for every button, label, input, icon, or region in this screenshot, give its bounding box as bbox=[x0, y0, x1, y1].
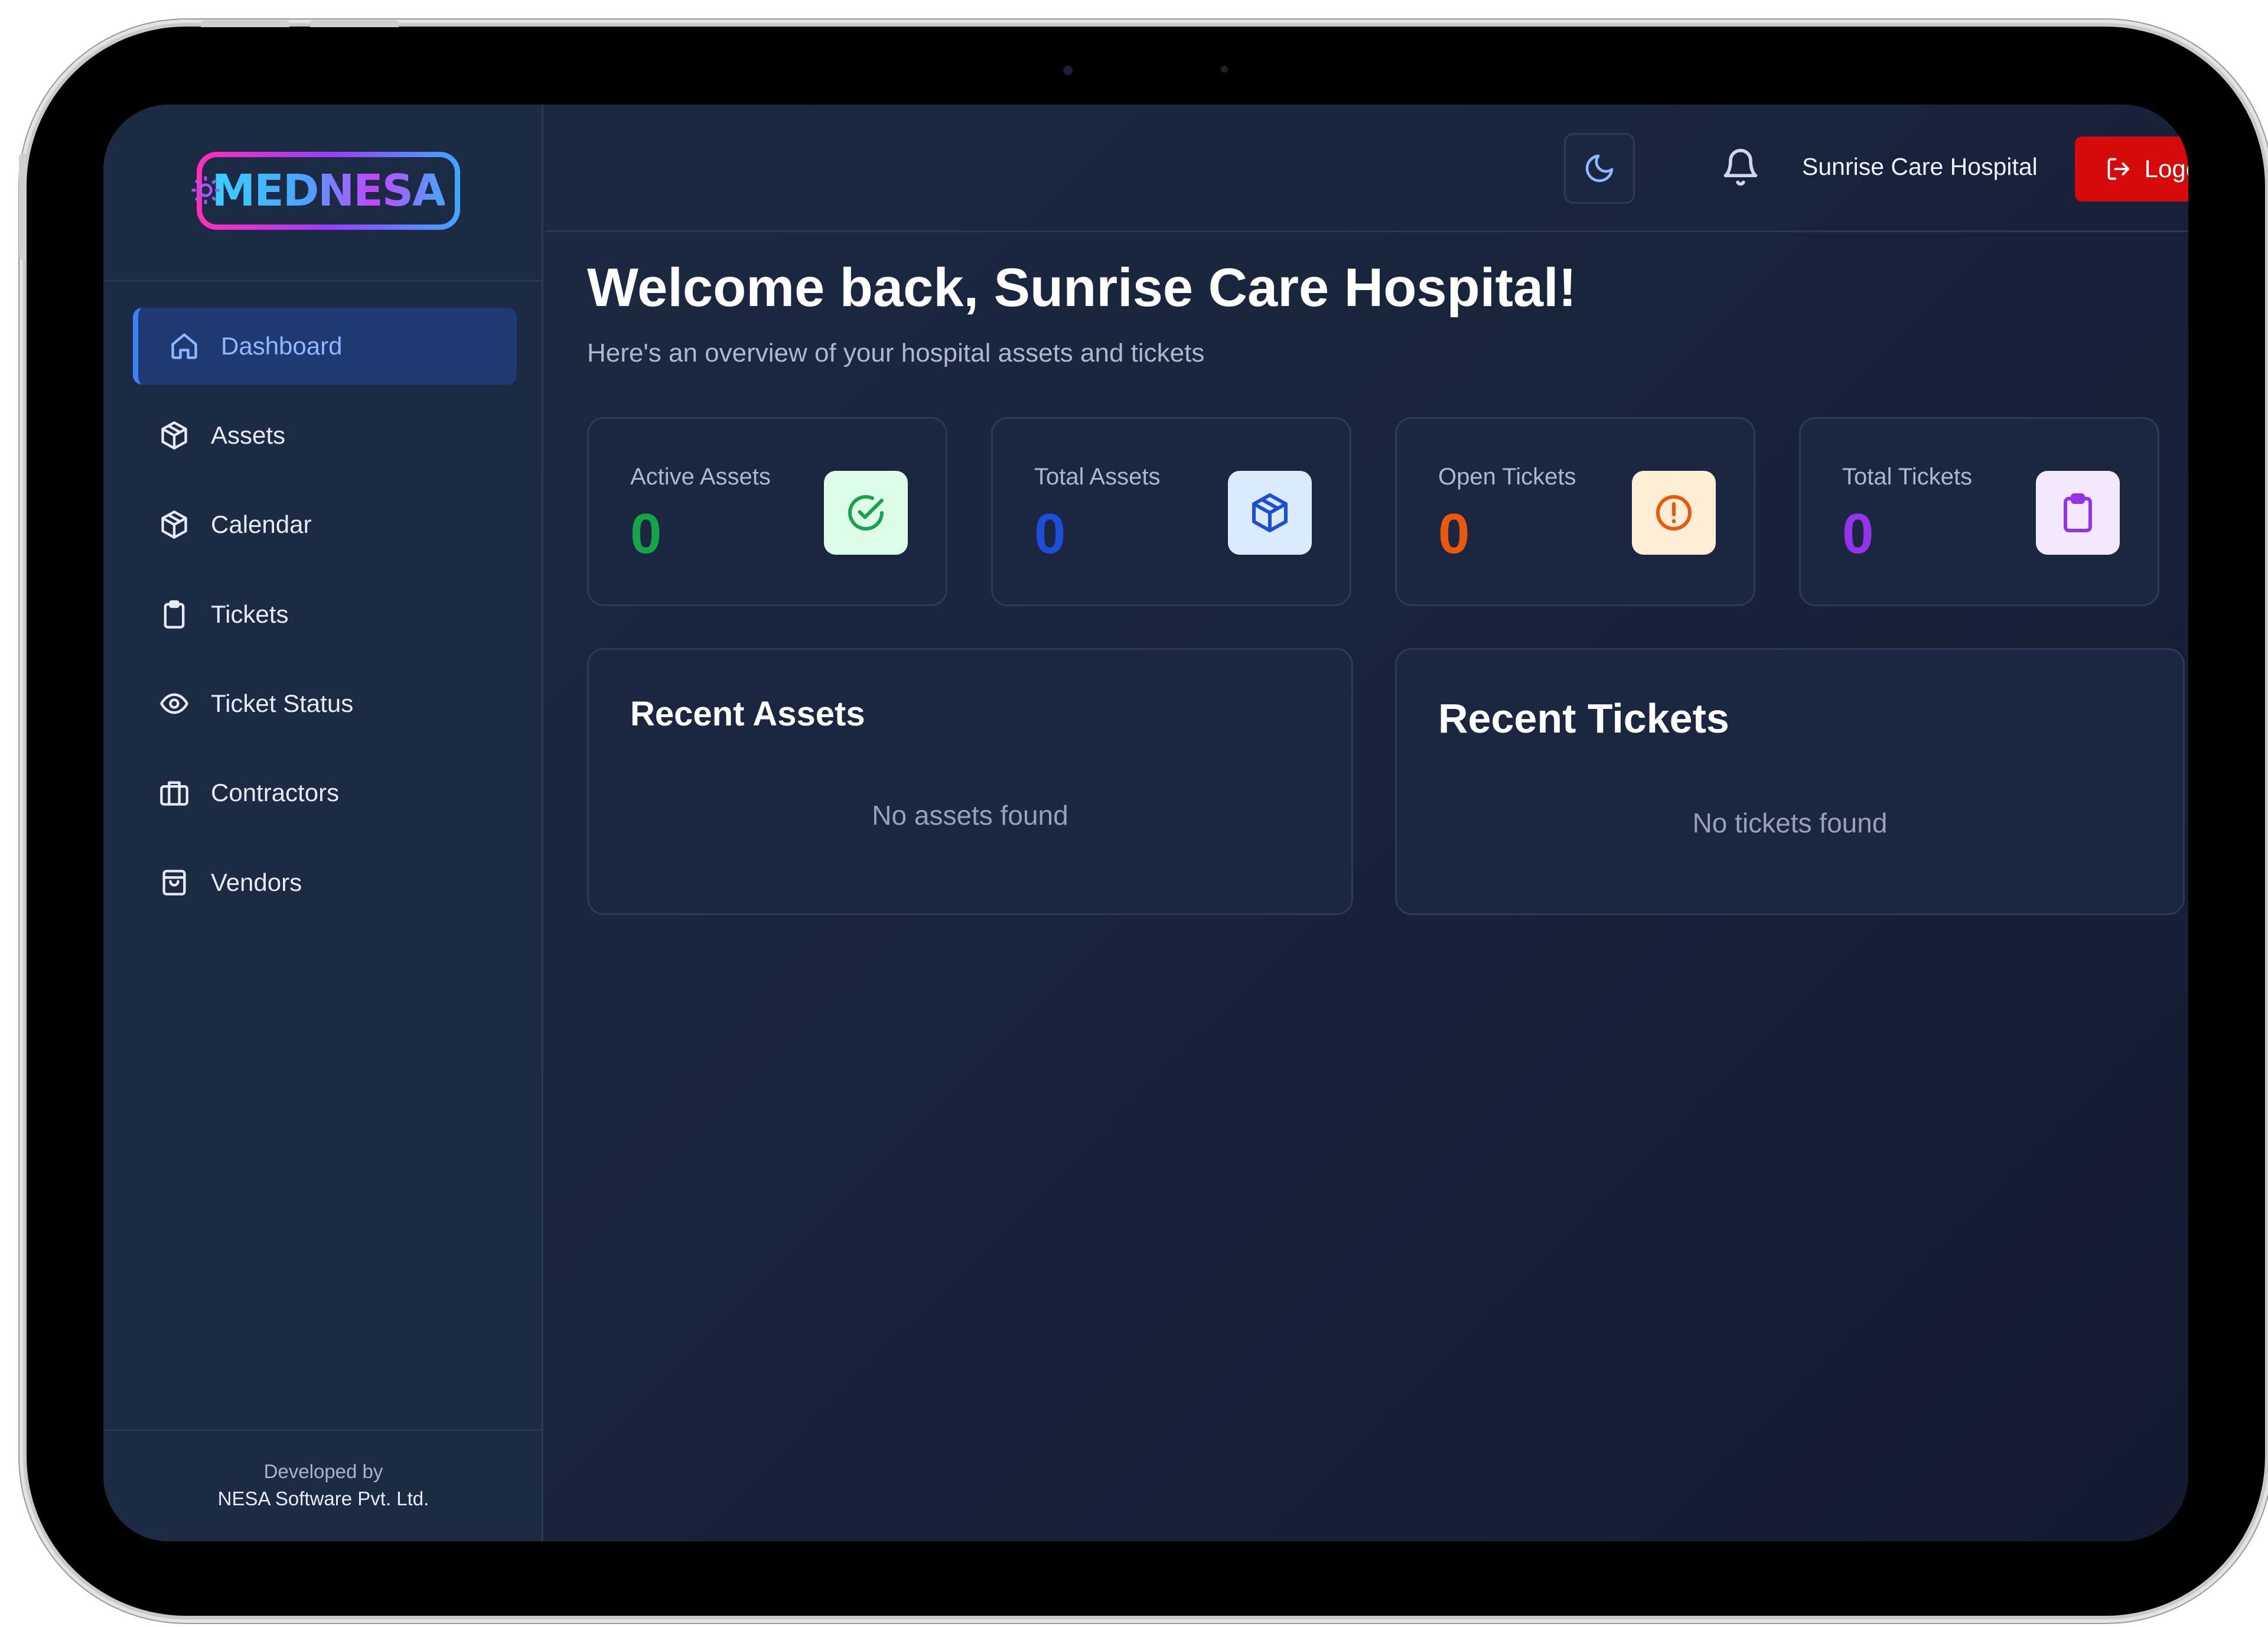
sidebar-item-label: Contractors bbox=[211, 779, 340, 806]
sidebar-item-ticket-status[interactable]: Ticket Status bbox=[133, 665, 517, 742]
sidebar-item-calendar[interactable]: Calendar bbox=[133, 486, 517, 563]
user-name: Sunrise Care Hospital bbox=[1802, 153, 2038, 180]
stat-icon-box bbox=[824, 471, 908, 555]
clipboard-icon bbox=[2064, 493, 2092, 532]
sidebar-item-label: Assets bbox=[211, 421, 286, 449]
recent-assets-panel: Recent Assets No assets found bbox=[587, 648, 1353, 915]
sidebar-item-dashboard[interactable]: Dashboard bbox=[133, 308, 517, 385]
page-title: Welcome back, Sunrise Care Hospital! bbox=[587, 258, 1577, 318]
stat-card-total-tickets[interactable]: Total Tickets 0 bbox=[1799, 417, 2159, 606]
sidebar-item-label: Vendors bbox=[211, 868, 302, 896]
home-icon bbox=[171, 333, 197, 359]
gear-caduceus-icon bbox=[191, 176, 220, 204]
cube-icon bbox=[161, 421, 187, 450]
logout-button[interactable]: Logout bbox=[2075, 136, 2188, 201]
top-header: Sunrise Care Hospital Logout bbox=[545, 105, 2188, 232]
page-subtitle: Here's an overview of your hospital asse… bbox=[587, 339, 1205, 367]
developed-by-label: Developed by bbox=[263, 1460, 383, 1482]
moon-icon bbox=[1585, 154, 1614, 183]
cube-icon bbox=[161, 510, 187, 539]
bell-icon[interactable] bbox=[1720, 147, 1761, 187]
stat-icon-box bbox=[1228, 471, 1312, 555]
empty-state: No assets found bbox=[872, 800, 1068, 831]
app-screen: MEDNESA Dashboard Assets Calendar Ticket… bbox=[103, 105, 2188, 1541]
shopping-bag-icon bbox=[162, 870, 186, 896]
stat-label: Total Tickets bbox=[1842, 464, 1973, 490]
stat-card-active-assets[interactable]: Active Assets 0 bbox=[587, 417, 947, 606]
briefcase-icon bbox=[160, 781, 188, 806]
logout-icon bbox=[2107, 158, 2130, 180]
hardware-button bbox=[201, 20, 289, 27]
sidebar-item-vendors[interactable]: Vendors bbox=[133, 844, 517, 921]
sidebar-item-label: Dashboard bbox=[221, 332, 343, 360]
theme-toggle-button[interactable] bbox=[1564, 133, 1635, 204]
sidebar-item-label: Tickets bbox=[211, 600, 289, 628]
stat-icon-box bbox=[2036, 471, 2120, 555]
logo-text: MEDNESA bbox=[211, 165, 447, 216]
sidebar-footer: Developed by NESA Software Pvt. Ltd. bbox=[103, 1429, 543, 1541]
stat-card-total-assets[interactable]: Total Assets 0 bbox=[991, 417, 1351, 606]
light-sensor bbox=[1221, 66, 1228, 73]
stat-label: Open Tickets bbox=[1438, 464, 1576, 490]
stat-value: 0 bbox=[1034, 502, 1066, 565]
panel-title: Recent Tickets bbox=[1438, 695, 1729, 741]
stat-value: 0 bbox=[1438, 502, 1470, 565]
stat-label: Active Assets bbox=[630, 464, 771, 490]
logout-label: Logout bbox=[2144, 155, 2188, 183]
hardware-button bbox=[310, 20, 399, 27]
cube-icon bbox=[1252, 493, 1288, 532]
stat-icon-box bbox=[1632, 471, 1716, 555]
stat-value: 0 bbox=[1842, 502, 1874, 565]
sidebar: MEDNESA Dashboard Assets Calendar Ticket… bbox=[103, 105, 543, 1541]
hardware-side-button bbox=[19, 154, 26, 260]
eye-icon bbox=[160, 693, 188, 714]
check-circle-icon bbox=[848, 495, 884, 531]
stat-value: 0 bbox=[630, 502, 662, 565]
sidebar-item-contractors[interactable]: Contractors bbox=[133, 754, 517, 831]
sidebar-item-assets[interactable]: Assets bbox=[133, 397, 517, 474]
mednesa-logo[interactable]: MEDNESA bbox=[191, 152, 460, 230]
stat-card-open-tickets[interactable]: Open Tickets 0 bbox=[1395, 417, 1755, 606]
clipboard-icon bbox=[164, 600, 185, 629]
empty-state: No tickets found bbox=[1692, 808, 1888, 838]
sidebar-item-label: Ticket Status bbox=[211, 689, 354, 717]
recent-tickets-panel: Recent Tickets No tickets found bbox=[1395, 648, 2185, 915]
sidebar-item-tickets[interactable]: Tickets bbox=[133, 576, 517, 653]
sidebar-item-label: Calendar bbox=[211, 510, 312, 538]
front-camera bbox=[1063, 66, 1073, 75]
stat-label: Total Assets bbox=[1034, 464, 1161, 490]
panel-title: Recent Assets bbox=[630, 695, 865, 733]
alert-circle-icon bbox=[1656, 495, 1692, 531]
company-name: NESA Software Pvt. Ltd. bbox=[217, 1488, 429, 1509]
logo-area: MEDNESA bbox=[103, 105, 543, 282]
